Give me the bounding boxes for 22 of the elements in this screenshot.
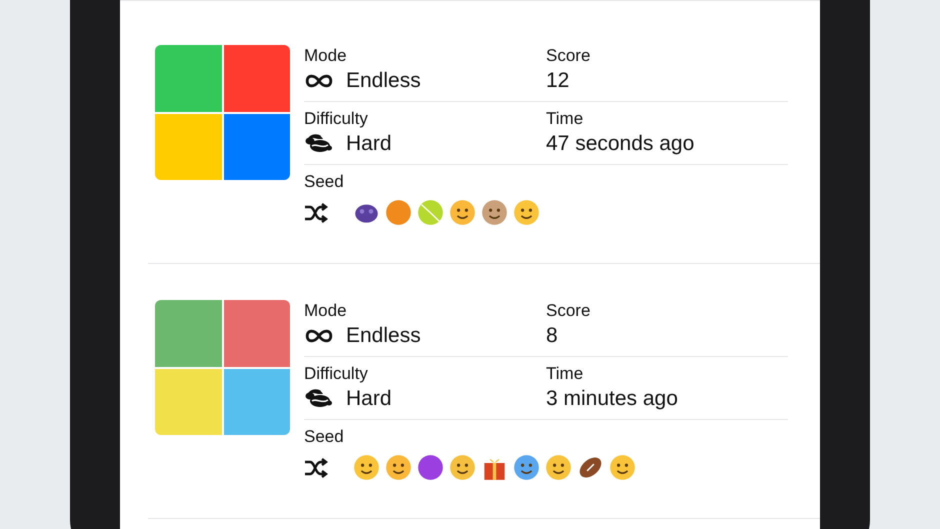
difficulty-value: Hard [346, 386, 392, 412]
mode-value: Endless [346, 68, 421, 94]
shuffle-icon [304, 458, 328, 478]
field-label: Mode [304, 45, 348, 67]
color-grid-icon [155, 300, 290, 435]
field-label: Seed [304, 427, 344, 446]
color-grid-icon [155, 45, 290, 180]
score-value: 12 [546, 68, 570, 94]
field-label: Difficulty [304, 363, 369, 385]
field-label: Difficulty [304, 108, 369, 130]
difficulty-value: Hard [346, 131, 392, 157]
mode-value: Endless [346, 323, 421, 349]
time-value: 3 minutes ago [546, 386, 678, 412]
shuffle-icon [304, 202, 328, 222]
field-label: Seed [304, 172, 344, 191]
field-label: Score [546, 300, 592, 322]
field-label: Time [546, 108, 584, 130]
field-label: Score [546, 45, 592, 67]
field-label: Time [546, 363, 584, 385]
time-value: 47 seconds ago [546, 131, 694, 157]
score-value: 8 [546, 323, 558, 349]
field-label: Mode [304, 300, 348, 322]
